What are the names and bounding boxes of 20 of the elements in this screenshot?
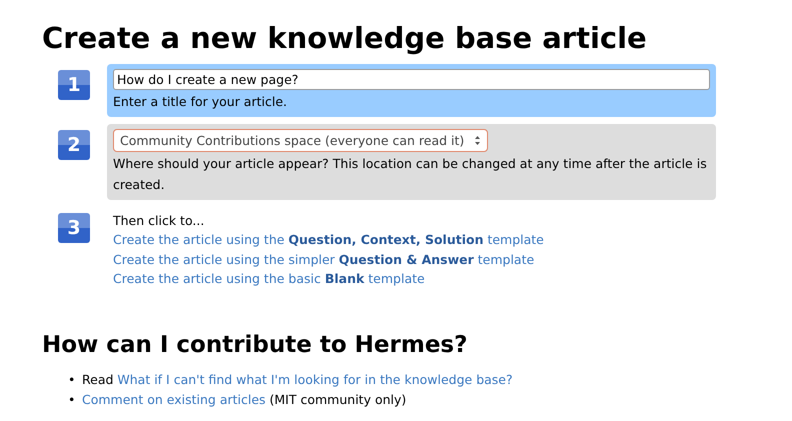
- list-item-text: Read What if I can't find what I'm looking for in the knowledge base?: [82, 371, 513, 390]
- bullet: •: [68, 390, 76, 409]
- title-input-field[interactable]: How do I create a new page?: [113, 69, 710, 90]
- list-item-text: Comment on existing articles (MIT community only): [82, 390, 406, 409]
- contribute-link[interactable]: What if I can't find what I'm looking for in the knowledge base?: [117, 372, 513, 388]
- spinner-arrows-icon: [474, 135, 482, 146]
- step-hint: Enter a title for your article.: [113, 93, 288, 111]
- template-link[interactable]: Create the article using the simpler Question & Answer template: [113, 250, 534, 269]
- template-link[interactable]: Create the article using the basic Blank template: [113, 268, 425, 288]
- step-number: 1: [58, 70, 90, 100]
- step-number: 2: [58, 130, 90, 160]
- bullet: •: [68, 371, 76, 390]
- step-hint: Where should your article appear? This location can be changed at any time after the article is created.: [113, 155, 708, 194]
- page-title: Create a new knowledge base article: [42, 20, 648, 57]
- step-number: 3: [58, 213, 90, 243]
- section-title: How can I contribute to Hermes?: [42, 331, 468, 360]
- template-link[interactable]: Create the article using the Question, Context, Solution template: [113, 230, 544, 250]
- contribute-link[interactable]: Comment on existing articles: [82, 392, 266, 407]
- step-intro: Then click to...: [113, 212, 204, 230]
- location-dropdown[interactable]: Community Contributions space (everyone can read it): [113, 129, 488, 152]
